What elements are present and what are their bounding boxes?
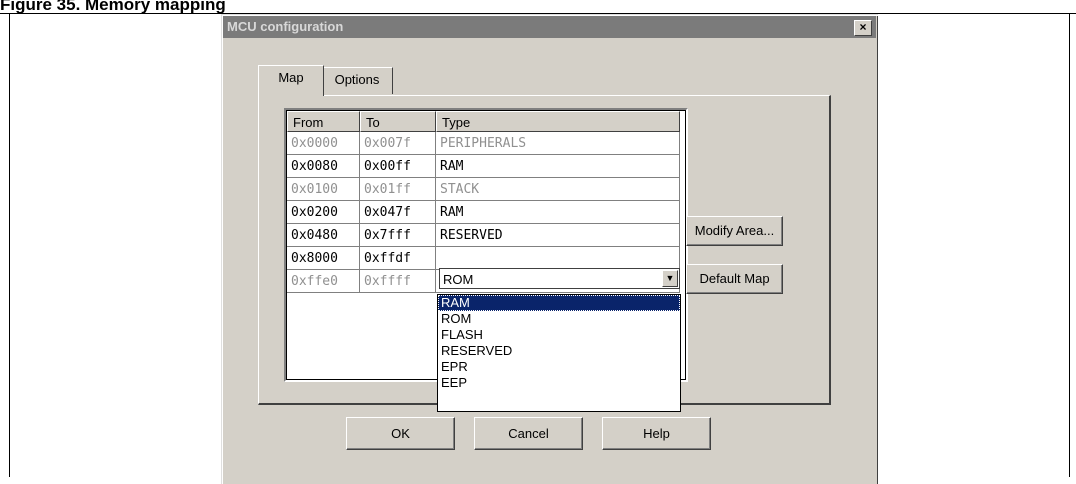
tab-options[interactable]: Options xyxy=(322,67,393,94)
dropdown-option-flash[interactable]: FLASH xyxy=(438,327,680,343)
dropdown-option-epr[interactable]: EPR xyxy=(438,359,680,375)
table-row[interactable]: 0x0480 0x7fff RESERVED xyxy=(287,224,680,247)
modify-area-button[interactable]: Modify Area... xyxy=(686,216,783,246)
type-dropdown-list: RAM ROM FLASH RESERVED EPR EEP xyxy=(437,294,681,412)
column-header-type[interactable]: Type xyxy=(436,111,680,132)
cell-from: 0x0200 xyxy=(287,201,360,224)
table-row[interactable]: 0x8000 0xffdf xyxy=(287,247,680,270)
cell-type xyxy=(436,247,680,270)
cancel-button[interactable]: Cancel xyxy=(474,417,583,450)
frame-left-rule xyxy=(9,13,10,477)
cell-from: 0x0100 xyxy=(287,178,360,201)
cell-from: 0x0000 xyxy=(287,132,360,155)
table-row[interactable]: 0x0200 0x047f RAM xyxy=(287,201,680,224)
help-button[interactable]: Help xyxy=(602,417,711,450)
cell-type: RAM xyxy=(436,155,680,178)
close-icon[interactable]: × xyxy=(854,20,872,36)
type-combobox-value: ROM xyxy=(443,272,474,287)
column-header-to[interactable]: To xyxy=(360,111,436,132)
tab-map[interactable]: Map xyxy=(258,65,324,96)
cell-type: RAM xyxy=(436,201,680,224)
dropdown-option-ram[interactable]: RAM xyxy=(438,295,680,311)
cell-from: 0xffe0 xyxy=(287,270,360,293)
dropdown-option-rom[interactable]: ROM xyxy=(438,311,680,327)
table-row[interactable]: 0x0100 0x01ff STACK xyxy=(287,178,680,201)
cell-from: 0x0080 xyxy=(287,155,360,178)
cell-to: 0x00ff xyxy=(360,155,436,178)
ok-button[interactable]: OK xyxy=(346,417,455,450)
dialog-titlebar[interactable]: MCU configuration × xyxy=(223,16,876,38)
cell-to: 0xffff xyxy=(360,270,436,293)
cell-from: 0x0480 xyxy=(287,224,360,247)
cell-to: 0x01ff xyxy=(360,178,436,201)
column-header-from[interactable]: From xyxy=(287,111,360,132)
table-row[interactable]: 0x0000 0x007f PERIPHERALS xyxy=(287,132,680,155)
cell-type: PERIPHERALS xyxy=(436,132,680,155)
cell-from: 0x8000 xyxy=(287,247,360,270)
cell-to: 0xffdf xyxy=(360,247,436,270)
dropdown-option-eep[interactable]: EEP xyxy=(438,375,680,391)
cell-type: RESERVED xyxy=(436,224,680,247)
cell-to: 0x047f xyxy=(360,201,436,224)
cell-type: STACK xyxy=(436,178,680,201)
default-map-button[interactable]: Default Map xyxy=(686,264,783,294)
cell-to: 0x7fff xyxy=(360,224,436,247)
chevron-down-icon[interactable]: ▼ xyxy=(662,270,678,287)
cell-to: 0x007f xyxy=(360,132,436,155)
table-row[interactable]: 0x0080 0x00ff RAM xyxy=(287,155,680,178)
dialog-title: MCU configuration xyxy=(227,19,344,34)
dropdown-option-reserved[interactable]: RESERVED xyxy=(438,343,680,359)
type-combobox[interactable]: ROM ▼ xyxy=(439,268,680,289)
frame-right-rule xyxy=(1069,13,1070,477)
